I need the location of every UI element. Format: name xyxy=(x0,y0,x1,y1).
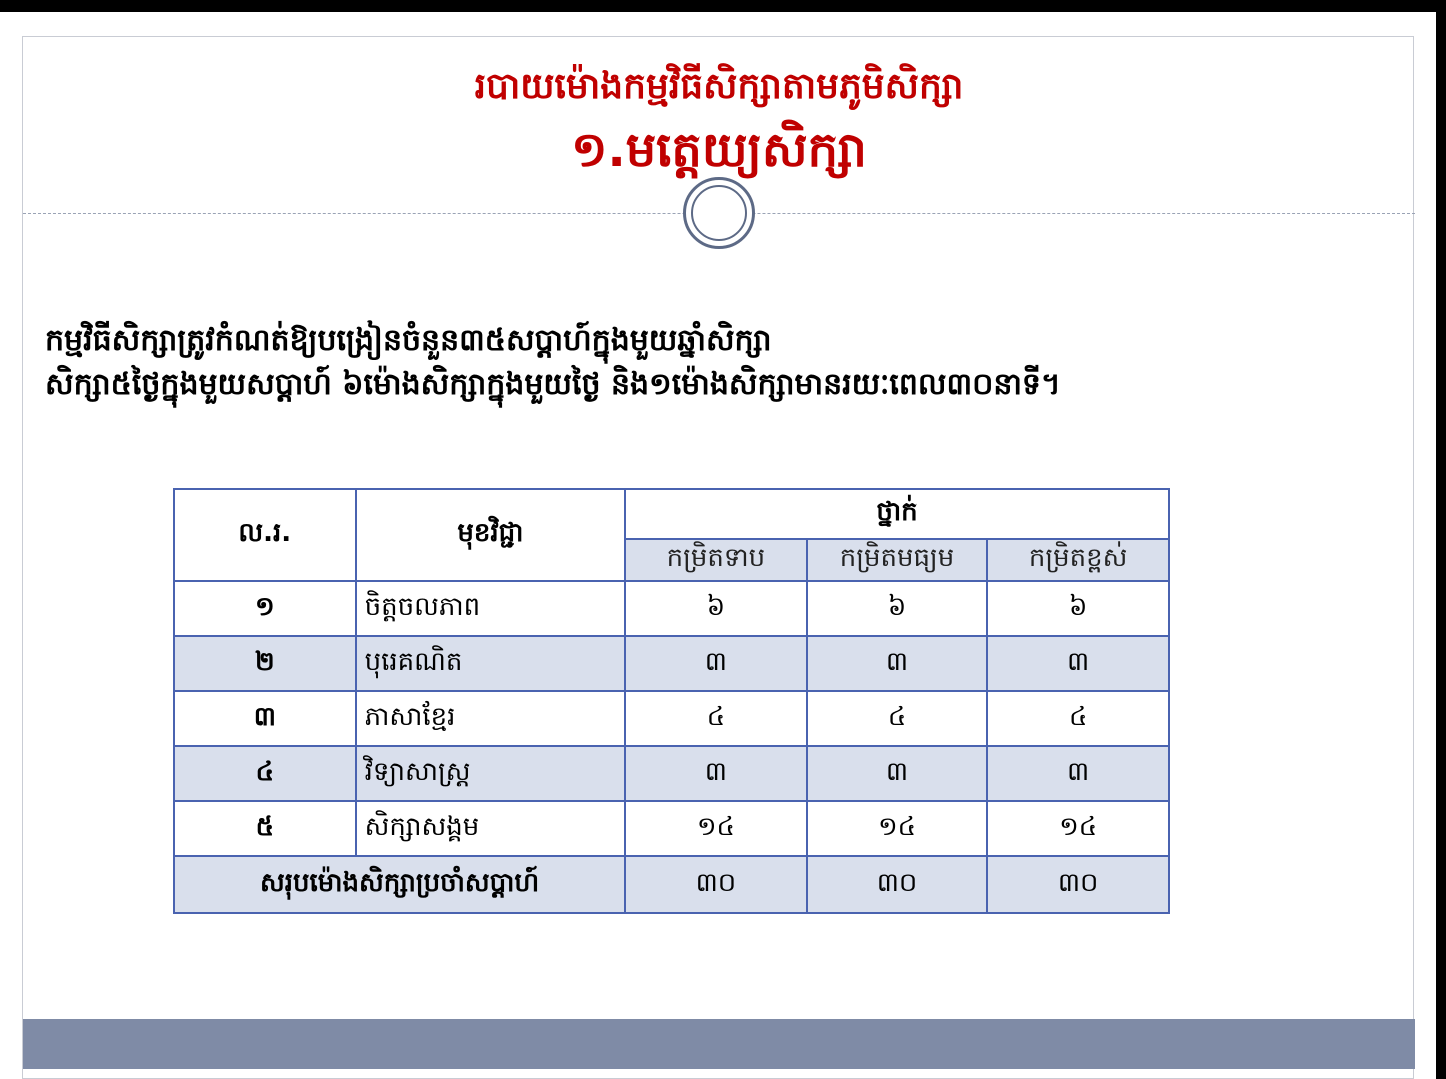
row-low: ៤ xyxy=(624,690,808,747)
row-low: ៦ xyxy=(624,580,808,637)
top-frame-bar xyxy=(0,0,1446,12)
footer-bar xyxy=(23,1019,1415,1069)
slide-subtitle: ១.មត្តេយ្យសិក្សា xyxy=(571,122,867,178)
table-row: ៥ សិក្សាសង្គម ១៤ ១៤ ១៤ xyxy=(173,800,1170,857)
row-subject: សិក្សាសង្គម xyxy=(354,800,627,857)
row-mid: ៦ xyxy=(805,580,989,637)
row-subject: ចិត្តចលភាព xyxy=(354,580,627,637)
row-mid: ៣ xyxy=(805,745,989,802)
total-high: ៣០ xyxy=(986,855,1170,914)
row-subject: វិទ្យាសាស្ត្រ xyxy=(354,745,627,802)
total-mid: ៣០ xyxy=(805,855,989,914)
table-row: ១ ចិត្តចលភាព ៦ ៦ ៦ xyxy=(173,580,1170,637)
slide-title: របាយម៉ោងកម្មវិធីសិក្សាតាមភូមិសិក្សា xyxy=(474,66,964,107)
table-row: ៤ វិទ្យាសាស្ត្រ ៣ ៣ ៣ xyxy=(173,745,1170,802)
row-number: ២ xyxy=(173,635,357,692)
header-level-mid: កម្រិតមធ្យម xyxy=(805,538,989,582)
header-no: ល.រ. xyxy=(173,488,357,582)
divider-circle-ornament xyxy=(683,177,755,249)
row-high: ៤ xyxy=(986,690,1170,747)
header-grade: ថ្នាក់ xyxy=(624,488,1170,540)
header-subject: មុខវិជ្ជា xyxy=(354,488,627,582)
row-high: ៦ xyxy=(986,580,1170,637)
row-number: ១ xyxy=(173,580,357,637)
table-row: ៣ ភាសាខ្មែរ ៤ ៤ ៤ xyxy=(173,690,1170,747)
row-number: ៣ xyxy=(173,690,357,747)
total-label: សរុបម៉ោងសិក្សាប្រចាំសប្តាហ៍ xyxy=(172,855,627,914)
header-level-low: កម្រិតទាប xyxy=(624,538,808,582)
row-high: ៣ xyxy=(986,745,1170,802)
right-frame-bar xyxy=(1436,0,1446,1079)
table-row: ២ បុរេគណិត ៣ ៣ ៣ xyxy=(173,635,1170,692)
row-number: ៤ xyxy=(173,745,357,802)
total-row: សរុបម៉ោងសិក្សាប្រចាំសប្តាហ៍ ៣០ ៣០ ៣០ xyxy=(172,855,1170,914)
schedule-table: ល.រ. មុខវិជ្ជា ថ្នាក់ កម្រិតទាប កម្រិតមធ… xyxy=(172,488,1170,914)
row-mid: ៣ xyxy=(805,635,989,692)
header-level-high: កម្រិតខ្ពស់ xyxy=(986,538,1170,582)
slide: របាយម៉ោងកម្មវិធីសិក្សាតាមភូមិសិក្សា ១.មត… xyxy=(22,36,1415,1079)
description-paragraph: កម្មវិធីសិក្សាត្រូវកំណត់ឱ្យបង្រៀនចំនួន៣៥… xyxy=(45,319,1385,407)
row-subject: បុរេគណិត xyxy=(354,635,627,692)
row-high: ១៤ xyxy=(986,800,1170,857)
row-mid: ១៤ xyxy=(805,800,989,857)
total-low: ៣០ xyxy=(624,855,808,914)
row-low: ៣ xyxy=(624,745,808,802)
row-number: ៥ xyxy=(173,800,357,857)
row-low: ១៤ xyxy=(624,800,808,857)
row-mid: ៤ xyxy=(805,690,989,747)
paragraph-line-1: កម្មវិធីសិក្សាត្រូវកំណត់ឱ្យបង្រៀនចំនួន៣៥… xyxy=(45,323,772,358)
row-high: ៣ xyxy=(986,635,1170,692)
paragraph-line-2: សិក្សា៥ថ្ងៃក្នុងមួយសប្តាហ៍ ៦ម៉ោងសិក្សាក្… xyxy=(45,367,1061,402)
row-subject: ភាសាខ្មែរ xyxy=(354,690,627,747)
row-low: ៣ xyxy=(624,635,808,692)
